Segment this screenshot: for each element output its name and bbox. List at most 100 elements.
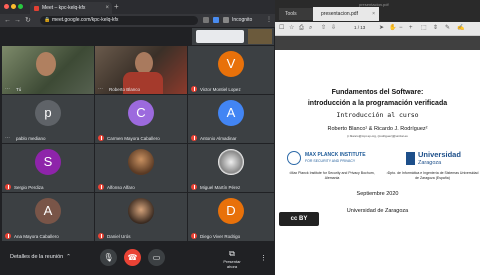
participant-name: Alfonso Alfaro (107, 185, 135, 190)
affiliation-2: ²Dpto. de Informática e Ingeniería de Si… (386, 171, 479, 180)
participant-tile[interactable]: A Ana Mayora Caballero (2, 193, 94, 241)
search-icon[interactable]: ⌕ (309, 25, 316, 32)
page-indicator[interactable]: 1 / 13 (354, 25, 365, 30)
participant-name: Miguel Martín Pérez (200, 185, 241, 190)
mic-off-icon (98, 233, 104, 239)
select-icon[interactable]: ➤ (379, 25, 386, 32)
participant-tile[interactable]: V Victor Montiel Lopez (188, 46, 274, 94)
zoom-in-icon[interactable]: + (409, 25, 416, 32)
slide-date: Septiembre 2020 (356, 191, 399, 197)
hand-icon[interactable]: ✋ (389, 25, 396, 32)
chevron-up-icon: ⌃ (66, 254, 71, 260)
more-options-icon[interactable]: ⋮ (260, 254, 267, 262)
minimize-window-icon[interactable] (11, 4, 16, 9)
present-now-button[interactable]: ⧉ Presentar ahora (218, 249, 246, 269)
extension-icon[interactable] (213, 17, 219, 23)
participant-avatar: A (218, 100, 244, 126)
url-field[interactable]: 🔒 meet.google.com/kpc-kelq-kfx (40, 16, 198, 25)
present-now-label: Presentar ahora (223, 259, 241, 269)
new-tab-icon[interactable]: + (114, 2, 119, 12)
fit-page-icon[interactable]: ⬚ (421, 25, 428, 32)
mic-off-icon (191, 135, 197, 141)
reload-icon[interactable]: ↻ (25, 15, 31, 26)
participant-tile[interactable]: A Antonio Almadinar (188, 95, 274, 143)
more-options-icon[interactable]: ⋯ (5, 135, 10, 141)
participant-name: Carmen Mayora Caballero (107, 136, 160, 141)
scroll-mode-icon[interactable]: ⇕ (433, 25, 440, 32)
maximize-window-icon[interactable] (18, 4, 23, 9)
affiliation-1: ¹Max Planck Institute for Security and P… (289, 171, 375, 180)
tab-title: Meet – kpc-kelq-kfx (42, 5, 86, 11)
pdf-toolbar: ☐ ☆ ⎙ ⌕ ⇧ ⇩ 1 / 13 ➤ ✋ − + ⬚ ⇕ ✎ ✍ (275, 22, 480, 36)
meeting-details-button[interactable]: Detalles de la reunión ⌃ (10, 254, 71, 260)
browser-tab[interactable]: Meet – kpc-kelq-kfx × (30, 2, 112, 14)
view-controls[interactable] (196, 30, 244, 43)
close-window-icon[interactable] (4, 4, 9, 9)
participant-name: Tú (16, 87, 22, 92)
save-icon[interactable]: ☐ (279, 25, 286, 32)
forward-icon[interactable]: → (14, 15, 21, 26)
close-tab-icon[interactable]: × (105, 2, 109, 14)
camera-button[interactable]: ▭ (148, 249, 165, 266)
participant-tile[interactable]: p ⋯ pablo mediano (2, 95, 94, 143)
participant-name: Ana Mayora Caballero (14, 234, 59, 239)
meet-favicon-icon (34, 6, 39, 11)
slide-emails: {r.blanco@mpi-sp.org, rjrodriguez}@uniza… (347, 134, 408, 138)
participant-avatar: A (35, 198, 61, 224)
participant-tile[interactable]: ⋯ Tú (2, 46, 94, 94)
more-options-icon[interactable]: ⋯ (98, 86, 103, 92)
slide-title-line2: introducción a la programación verificad… (307, 100, 448, 107)
more-options-icon[interactable]: ⋯ (5, 86, 10, 92)
creative-commons-badge: cc BY (279, 212, 319, 226)
previous-page-icon[interactable]: ⇧ (321, 25, 328, 32)
participant-avatar: V (218, 51, 244, 77)
extension-icon[interactable] (203, 17, 209, 23)
document-tab[interactable]: presentacion.pdf × (313, 7, 379, 21)
mic-off-icon (191, 184, 197, 190)
participant-name: Victor Montiel Lopez (200, 87, 241, 92)
participant-tile[interactable]: ⋯ Roberto Blanco (95, 46, 187, 94)
participant-face (135, 52, 153, 74)
chrome-window: Meet – kpc-kelq-kfx × + ← → ↻ 🔒 meet.goo… (0, 0, 275, 275)
slide-authors: Roberto Blanco¹ & Ricardo J. Rodríguez² (327, 126, 428, 132)
next-page-icon[interactable]: ⇩ (331, 25, 338, 32)
tab-bar: Meet – kpc-kelq-kfx × + (0, 0, 275, 14)
mic-off-icon (5, 184, 11, 190)
participant-tile[interactable]: C Carmen Mayora Caballero (95, 95, 187, 143)
slide-subtitle: Introducción al curso (336, 111, 419, 119)
self-thumbnail (248, 29, 272, 44)
mpi-name: MAX PLANCK INSTITUTE (305, 152, 366, 158)
participant-tile[interactable]: Alfonso Alfaro (95, 144, 187, 192)
pdf-tab-bar: presentacion.pdf Tools presentacion.pdf … (275, 0, 480, 22)
pdf-viewer-window: presentacion.pdf Tools presentacion.pdf … (275, 0, 480, 275)
participant-tile[interactable]: Miguel Martín Pérez (188, 144, 274, 192)
participant-tile[interactable]: D Diego Viver Rodrigo (188, 193, 274, 241)
participant-name: Roberto Blanco (109, 87, 141, 92)
document-tab-label: presentacion.pdf (321, 11, 358, 17)
extension-icon[interactable] (223, 17, 229, 23)
participant-photo-avatar (218, 149, 244, 175)
bookmark-icon[interactable]: ☆ (289, 25, 296, 32)
tools-tab[interactable]: Tools (279, 8, 313, 20)
mpi-logo-icon (287, 151, 301, 165)
unizar-subtitle: Zaragoza (418, 160, 442, 166)
participant-photo-avatar (128, 149, 154, 175)
hang-up-button[interactable]: ☎ (124, 249, 141, 266)
microphone-button[interactable]: 🎙 (100, 249, 117, 266)
zoom-out-icon[interactable]: − (399, 25, 406, 32)
mic-off-icon (191, 86, 197, 92)
back-icon[interactable]: ← (4, 15, 11, 26)
annotate-icon[interactable]: ✎ (445, 25, 452, 32)
incognito-label[interactable]: Incognito (232, 15, 252, 26)
print-icon[interactable]: ⎙ (299, 25, 306, 32)
sign-icon[interactable]: ✍ (457, 25, 464, 32)
participant-tile[interactable]: S Sergio Perdiza (2, 144, 94, 192)
meet-controls-bar: Detalles de la reunión ⌃ 🎙 ☎ ▭ ⧉ Presenta… (0, 242, 275, 275)
pdf-page: Fundamentos del Software: introducción a… (275, 50, 480, 275)
unizar-logo-icon (406, 152, 415, 165)
close-tab-icon[interactable]: × (372, 7, 375, 21)
browser-menu-icon[interactable]: ⋮ (266, 15, 272, 26)
address-bar-row: ← → ↻ 🔒 meet.google.com/kpc-kelq-kfx Inc… (0, 14, 275, 27)
participant-tile[interactable]: Daniel Urós (95, 193, 187, 241)
participant-name: Diego Viver Rodrigo (200, 234, 241, 239)
